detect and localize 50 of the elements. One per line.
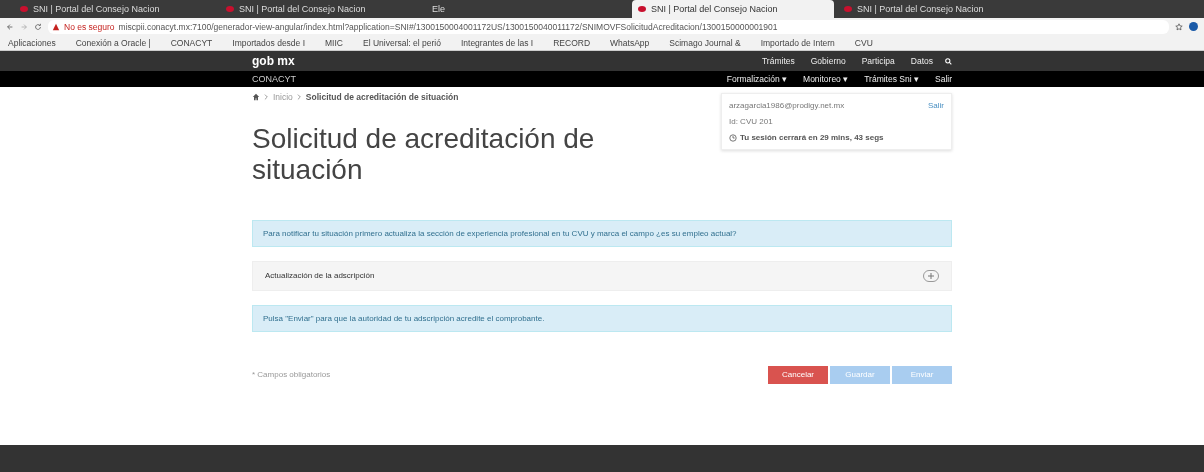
session-timer: Tu sesión cerrará en 29 mins, 43 segs	[740, 133, 884, 142]
header-link[interactable]: Participa	[861, 56, 895, 66]
browser-tab[interactable]: SNI | Portal del Consejo Nacion	[632, 0, 834, 18]
browser-tab[interactable]: SNI | Portal del Consejo Nacion	[838, 0, 1040, 18]
nav-menu-item[interactable]: Formalización ▾	[726, 74, 788, 84]
user-email: arzagarcia1986@prodigy.net.mx	[729, 101, 845, 110]
alert-text: Pulsa "Enviar" para que la autoridad de tu adscripción acredite el comprobante.	[263, 313, 545, 323]
header-link[interactable]: Datos	[910, 56, 933, 66]
nav-menu-item[interactable]: Trámites Sni ▾	[864, 74, 919, 84]
bookmark[interactable]: Integrantes de las I	[460, 37, 534, 48]
home-icon[interactable]	[252, 93, 260, 101]
bookmark[interactable]: MIIC	[325, 37, 343, 48]
required-note: * Campos obligatorios	[252, 370, 331, 380]
page-title: Solicitud de acreditación de situación	[252, 124, 596, 186]
header-link[interactable]: Trámites	[762, 56, 795, 66]
browser-tab[interactable]: Ele	[426, 0, 628, 18]
reload-icon[interactable]	[34, 22, 42, 31]
bookmark[interactable]: Importados desde I	[232, 37, 306, 48]
nav-menu-item[interactable]: Salir	[935, 74, 952, 84]
search-icon[interactable]	[945, 57, 952, 65]
alert-text: Para notificar tu situación primero actualiza la sección de experiencia profesional en tu CVU y marca el campo ¿es su empleo actual?	[263, 228, 737, 238]
back-icon[interactable]	[6, 22, 14, 31]
bookmark[interactable]: WhatsApp	[610, 37, 650, 48]
bookmark[interactable]: Scimago Journal &	[669, 37, 741, 48]
accordion-header[interactable]: Actualización de la adscripción	[252, 260, 952, 291]
chevron-icon	[296, 93, 302, 101]
bookmark[interactable]: CVU	[854, 37, 873, 48]
profile-icon[interactable]	[1189, 22, 1198, 31]
address-bar[interactable]: No es seguro miscpii.conacyt.mx:7100/generador-view-angular/index.html?application=SNI#/1300150004001172US/1300150040011172/SNIMOVFSolicitudAcreditacion/1300150000001901	[48, 19, 1169, 34]
bookmark[interactable]: El Universal: el perió	[363, 37, 441, 48]
action-button[interactable]: Cancelar	[768, 365, 828, 384]
breadcrumb-current: Solicitud de acreditación de situación	[305, 92, 459, 102]
site-name: CONACYT	[252, 74, 296, 84]
bookmark[interactable]: Conexión a Oracle |	[75, 37, 151, 48]
expand-icon	[923, 269, 939, 282]
bookmark[interactable]: Importado de Intern	[760, 37, 835, 48]
warning-icon	[52, 22, 60, 31]
logo[interactable]: gob mx	[252, 54, 295, 68]
logout-link[interactable]: Salir	[928, 101, 944, 110]
chevron-icon	[264, 93, 269, 101]
nav-menu-item[interactable]: Monitoreo ▾	[803, 74, 849, 84]
star-icon[interactable]	[1175, 22, 1183, 31]
bookmark[interactable]: CONACYT	[170, 37, 213, 48]
clock-icon	[729, 133, 737, 142]
bookmark[interactable]: Aplicaciones	[8, 37, 56, 48]
user-id: Id: CVU 201	[729, 117, 774, 126]
bookmark[interactable]: RECORD	[553, 37, 591, 48]
header-link[interactable]: Gobierno	[810, 56, 846, 66]
browser-tab[interactable]: SNI | Portal del Consejo Nacion	[14, 0, 216, 18]
browser-tab[interactable]: SNI | Portal del Consejo Nacion	[220, 0, 422, 18]
